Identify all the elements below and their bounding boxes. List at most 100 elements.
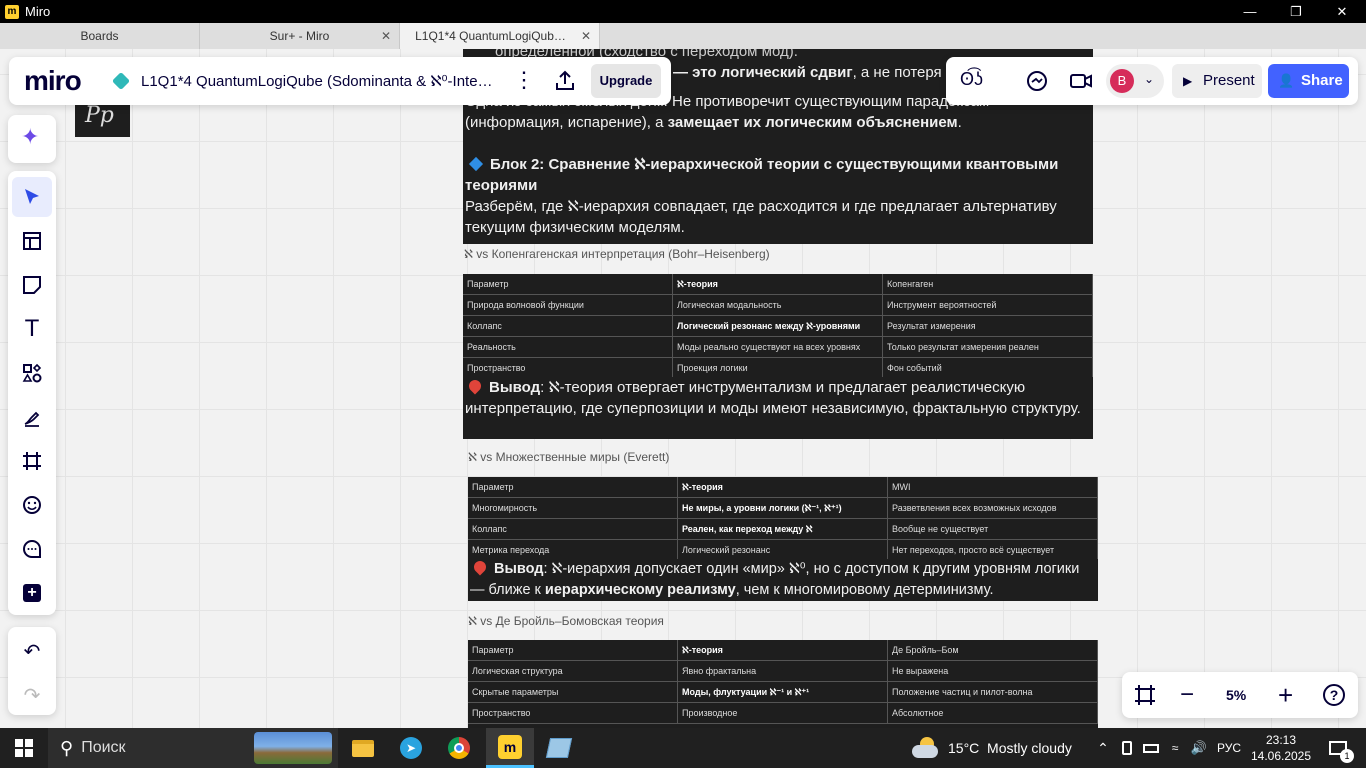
table-cell: Пространство <box>463 358 673 379</box>
language-indicator[interactable]: РУС <box>1212 728 1246 768</box>
taskbar-search[interactable]: ⚲ Поиск <box>48 728 338 768</box>
file-explorer-app[interactable] <box>340 728 386 768</box>
notifications-button[interactable]: 1 <box>1318 728 1358 768</box>
table-cell: Не выражена <box>888 661 1098 682</box>
tray-expand-icon[interactable]: ⌃ <box>1092 728 1114 768</box>
table-cell: Реален, как переход между ℵ <box>678 519 888 540</box>
table-cell: Производное <box>678 703 888 724</box>
undo-icon: ↶ <box>23 640 41 663</box>
table-cell: Пространство <box>468 703 678 724</box>
block2-title: Блок 2: Сравнение ℵ-иерархической теории… <box>465 156 1059 194</box>
help-icon[interactable]: ? <box>1323 684 1345 706</box>
pen-icon <box>24 411 40 427</box>
minimize-button[interactable]: — <box>1227 0 1273 23</box>
zoom-toolbar: − 5% + ? <box>1122 672 1358 718</box>
telegram-icon: ➤ <box>400 737 422 759</box>
table-cell: Коллапс <box>468 519 678 540</box>
table-cell: Коллапс <box>463 316 673 337</box>
zoom-in-button[interactable]: + <box>1278 680 1293 711</box>
tab-boards[interactable]: Boards <box>0 23 200 49</box>
table-cell: Только результат измерения реален <box>883 337 1093 358</box>
table-cell: Положение частиц и пилот-волна <box>888 682 1098 703</box>
clock[interactable]: 23:13 14.06.2025 <box>1248 728 1314 768</box>
battery-icon[interactable] <box>1140 728 1162 768</box>
export-icon[interactable] <box>553 69 577 93</box>
shapes-tool[interactable] <box>12 353 52 393</box>
present-button[interactable]: ▶ Present <box>1172 64 1262 98</box>
plus-box-icon: + <box>23 584 41 602</box>
templates-tool[interactable] <box>12 221 52 261</box>
select-tool[interactable] <box>12 177 52 217</box>
table-cell: Проекция логики <box>673 358 883 379</box>
table-cell: Параметр <box>463 274 673 295</box>
tab-board-active[interactable]: L1Q1*4 QuantumLogiQub… ✕ <box>400 23 600 49</box>
miro-app[interactable]: m <box>486 728 534 768</box>
collaboration-bar: ʘ͡ʖ B ⌄ ▶ Present 👤 Share <box>946 57 1358 105</box>
search-icon: ⚲ <box>60 737 74 758</box>
undo-button[interactable]: ↶ <box>12 631 52 671</box>
table-cell: Логический резонанс между ℵ-уровнями <box>673 316 883 337</box>
table-copenhagen[interactable]: Параметр ℵ-теория Копенгаген Природа волно… <box>463 274 1093 379</box>
table-cell: Результат измерения <box>883 316 1093 337</box>
more-tools-button[interactable]: + <box>12 573 52 613</box>
comment-icon <box>23 539 41 558</box>
weather-widget[interactable]: 15°C Mostly cloudy <box>910 728 1080 768</box>
volume-icon[interactable]: 🔊 <box>1188 728 1210 768</box>
table-cell: Параметр <box>468 640 678 661</box>
video-call-icon[interactable] <box>1069 70 1093 92</box>
wifi-icon[interactable]: ≈ <box>1164 728 1186 768</box>
redo-icon: ↷ <box>23 684 41 707</box>
miro-taskbar-icon: m <box>498 734 522 759</box>
zoom-level[interactable]: 5% <box>1226 687 1246 703</box>
shapes-icon <box>22 363 42 383</box>
device-icon[interactable] <box>1116 728 1138 768</box>
avatar-dropdown[interactable]: B ⌄ <box>1106 64 1164 98</box>
search-highlight-image <box>254 732 332 764</box>
upgrade-button[interactable]: Upgrade <box>591 64 661 98</box>
table-cell: Логический резонанс <box>678 540 888 561</box>
tab-label: Boards <box>80 29 119 43</box>
text-tool[interactable]: T <box>12 309 52 349</box>
fit-frame-icon[interactable] <box>1134 684 1156 706</box>
search-placeholder: Поиск <box>81 739 126 756</box>
conclusion-copenhagen[interactable]: Вывод: ℵ-теория отвергает инструментализ… <box>463 377 1093 439</box>
close-tab-icon[interactable]: ✕ <box>381 29 391 43</box>
table-cell: Фон событий <box>883 358 1093 379</box>
folder-icon <box>352 739 374 757</box>
comments-icon[interactable] <box>1026 70 1048 92</box>
table-cell: Вообще не существует <box>888 519 1098 540</box>
sticky-note-tool[interactable] <box>12 265 52 305</box>
telegram-app[interactable]: ➤ <box>388 728 434 768</box>
pen-tool[interactable] <box>12 397 52 437</box>
play-icon: ▶ <box>1183 74 1193 88</box>
ai-assist-button[interactable]: ✦ <box>8 115 56 163</box>
more-options-icon[interactable]: ⋮ <box>513 69 535 91</box>
window-title: Miro <box>25 4 51 19</box>
share-button[interactable]: 👤 Share <box>1268 64 1349 98</box>
frame-tool[interactable] <box>12 441 52 481</box>
miro-logo[interactable]: miro <box>24 65 82 97</box>
table-cell: Нет переходов, просто всё существует <box>888 540 1098 561</box>
notification-count: 1 <box>1340 749 1354 763</box>
board-canvas[interactable]: Pp определённой (сходство с переходом мо… <box>0 49 1366 728</box>
zoom-out-button[interactable]: − <box>1180 681 1194 709</box>
conclusion-everett[interactable]: Вывод: ℵ-иерархия допускает один «мир» ℵ… <box>468 558 1098 601</box>
stickers-tool[interactable] <box>12 485 52 525</box>
notes-app[interactable] <box>536 728 582 768</box>
block2-text: Разберём, где ℵ-иерархия совпадает, где … <box>465 198 1057 236</box>
table-cell: Явно фрактальна <box>678 661 888 682</box>
start-button[interactable] <box>0 728 48 768</box>
chrome-app[interactable] <box>436 728 482 768</box>
tab-sur-miro[interactable]: Sur+ - Miro ✕ <box>200 23 400 49</box>
history-toolbar: ↶ ↷ <box>8 627 56 715</box>
clock-time: 23:13 <box>1265 733 1297 747</box>
comment-tool[interactable] <box>12 529 52 569</box>
reactions-icon[interactable]: ʘ͡ʖ <box>960 69 983 90</box>
table-debroglie[interactable]: Параметр ℵ-теория Де Бройль–Бом Логическая… <box>468 640 1098 728</box>
redo-button[interactable]: ↷ <box>12 675 52 715</box>
close-tab-icon[interactable]: ✕ <box>581 29 591 43</box>
close-window-button[interactable]: ✕ <box>1319 0 1365 23</box>
table-everett[interactable]: Параметр ℵ-теория MWI Многомирность Не миры… <box>468 477 1098 561</box>
restore-button[interactable]: ❐ <box>1273 0 1319 23</box>
board-title[interactable]: L1Q1*4 QuantumLogiQube (Sdominanta & ℵ⁰-… <box>141 72 491 90</box>
